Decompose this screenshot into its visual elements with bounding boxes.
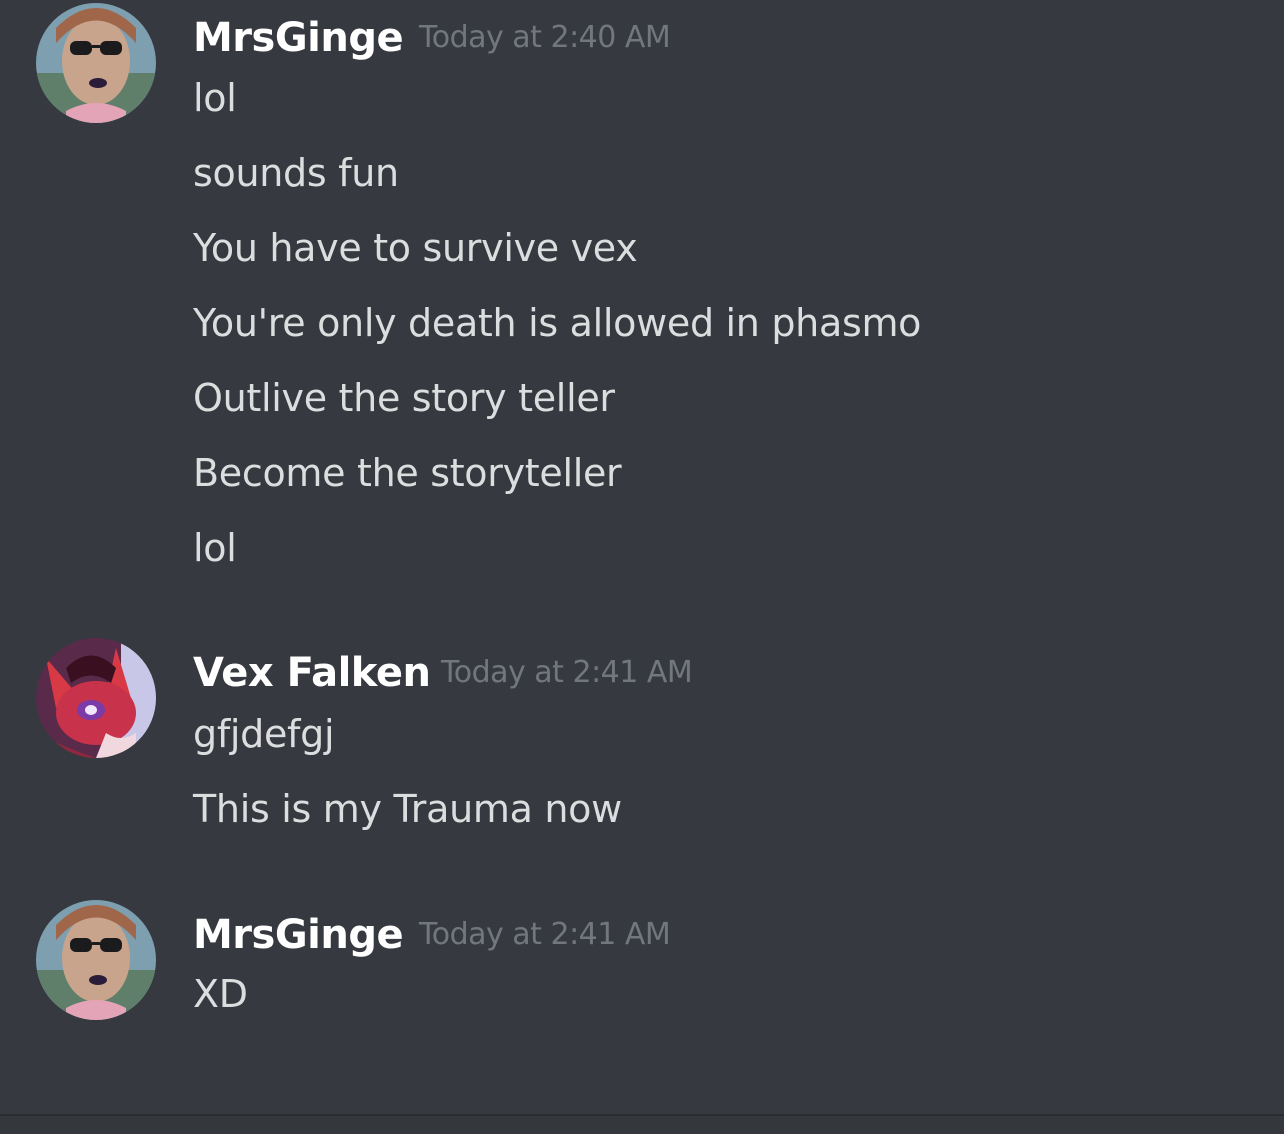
user-avatar[interactable]: [36, 3, 156, 123]
timestamp[interactable]: Today at 2:41 AM: [419, 905, 671, 965]
timestamp[interactable]: Today at 2:41 AM: [441, 643, 693, 703]
message-text: XD: [193, 972, 248, 1016]
username[interactable]: MrsGinge: [193, 905, 404, 965]
sunglasses-avatar-icon: [36, 3, 156, 123]
message-text: This is my Trauma now: [193, 787, 622, 831]
message-text: Outlive the story teller: [193, 376, 615, 420]
message-text: Become the storyteller: [193, 451, 622, 495]
message-text: You have to survive vex: [193, 226, 638, 270]
fox-avatar-icon: [36, 638, 156, 758]
message-text: lol: [193, 76, 237, 120]
user-avatar[interactable]: [36, 900, 156, 1020]
message-text: lol: [193, 526, 237, 570]
username[interactable]: Vex Falken: [193, 643, 431, 703]
message-composer[interactable]: [0, 1116, 1284, 1134]
timestamp[interactable]: Today at 2:40 AM: [419, 8, 671, 68]
message-text: sounds fun: [193, 151, 399, 195]
message-text: gfjdefgj: [193, 712, 335, 756]
sunglasses-avatar-icon: [36, 900, 156, 1020]
message-text: You're only death is allowed in phasmo: [193, 301, 922, 345]
username[interactable]: MrsGinge: [193, 8, 404, 68]
user-avatar[interactable]: [36, 638, 156, 758]
